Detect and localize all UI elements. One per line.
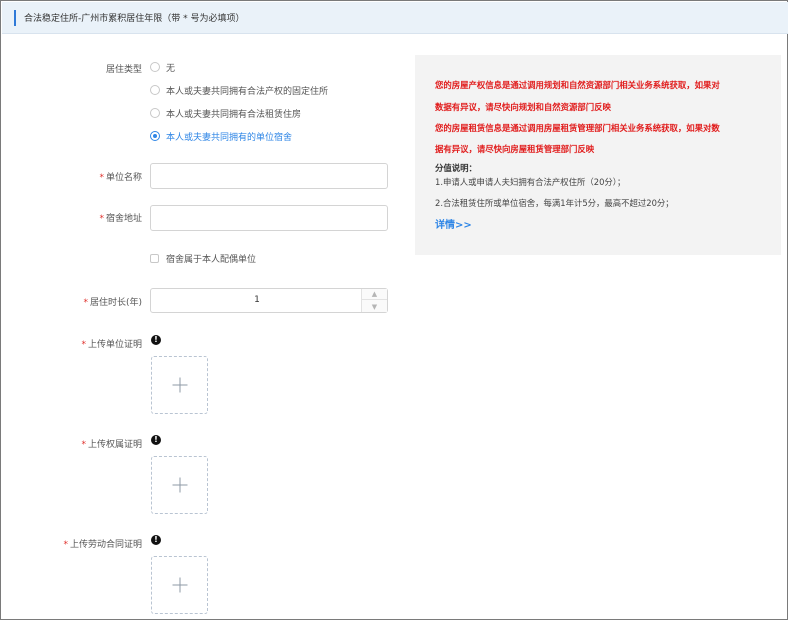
chevron-down-icon[interactable]: ▼ <box>362 301 387 312</box>
radio-option-unit-dormitory[interactable]: 本人或夫妻共同拥有的单位宿舍 <box>150 129 292 143</box>
upload-ownership-proof-label-text: 上传权属证明 <box>87 440 142 450</box>
form-window: 合法稳定住所-广州市累积居住年限（带 * 号为必填项） 居住类型 无 本人或夫妻… <box>0 0 788 620</box>
radio-button-selected[interactable] <box>150 131 160 141</box>
dorm-address-label: * 宿舍地址 <box>61 211 142 224</box>
required-mark: * <box>81 340 86 350</box>
upload-unit-proof-label: * 上传单位证明 <box>41 337 142 350</box>
required-mark: * <box>99 173 104 183</box>
notice-property-line-2: 数据有异议，请尽快向规划和自然资源部门反映 <box>435 102 611 112</box>
radio-label: 无 <box>166 63 176 74</box>
radio-option-rented-housing[interactable]: 本人或夫妻共同拥有合法租赁住房 <box>150 106 301 120</box>
unit-name-input[interactable] <box>150 163 388 189</box>
plus-icon <box>172 377 187 393</box>
stepper-buttons: ▲ ▼ <box>361 289 387 312</box>
spouse-unit-checkbox-label: 宿舍属于本人配偶单位 <box>166 255 257 265</box>
residence-duration-stepper[interactable]: 1 ▲ ▼ <box>150 288 388 313</box>
plus-icon <box>172 577 187 593</box>
detail-link[interactable]: 详情>> <box>435 216 472 231</box>
radio-button[interactable] <box>150 62 160 72</box>
residence-duration-label: * 居住时长(年) <box>61 295 142 308</box>
unit-name-label: * 单位名称 <box>61 170 142 183</box>
radio-label: 本人或夫妻共同拥有合法租赁住房 <box>166 109 302 120</box>
required-mark: * <box>83 298 88 308</box>
dorm-address-input[interactable] <box>150 205 388 231</box>
upload-labor-contract-label-text: 上传劳动合同证明 <box>69 540 142 550</box>
residence-type-label: 居住类型 <box>61 62 142 75</box>
radio-label: 本人或夫妻共同拥有合法产权的固定住所 <box>166 86 329 97</box>
notice-rental-line-2: 据有异议，请尽快向房屋租赁管理部门反映 <box>435 144 595 154</box>
section-header: 合法稳定住所-广州市累积居住年限（带 * 号为必填项） <box>2 2 788 34</box>
upload-labor-contract-label: * 上传劳动合同证明 <box>31 537 142 550</box>
score-title: 分值说明： <box>435 163 477 173</box>
score-rule-1: 1.申请人或申请人夫妇拥有合法产权住所（20分）； <box>435 177 626 187</box>
info-icon[interactable]: ! <box>151 535 161 545</box>
radio-label: 本人或夫妻共同拥有的单位宿舍 <box>166 132 293 143</box>
unit-name-label-text: 单位名称 <box>105 173 142 183</box>
info-icon[interactable]: ! <box>151 335 161 345</box>
upload-labor-contract-button[interactable] <box>151 556 208 614</box>
spouse-unit-checkbox-row[interactable]: 宿舍属于本人配偶单位 <box>150 252 256 265</box>
required-mark: * <box>63 540 68 550</box>
upload-unit-proof-button[interactable] <box>151 356 208 414</box>
radio-option-none[interactable]: 无 <box>150 60 175 74</box>
chevron-up-icon[interactable]: ▲ <box>362 289 387 300</box>
radio-button[interactable] <box>150 85 160 95</box>
notice-panel: 您的房屋产权信息是通过调用规划和自然资源部门相关业务系统获取，如果对 数据有异议… <box>415 55 781 255</box>
upload-ownership-proof-label: * 上传权属证明 <box>41 437 142 450</box>
upload-ownership-proof-button[interactable] <box>151 456 208 514</box>
required-mark: * <box>99 214 104 224</box>
residence-type-label-text: 居住类型 <box>105 65 142 75</box>
spouse-unit-checkbox[interactable] <box>150 254 159 263</box>
residence-duration-label-text: 居住时长(年) <box>89 298 142 308</box>
notice-property-line-1: 您的房屋产权信息是通过调用规划和自然资源部门相关业务系统获取，如果对 <box>435 80 720 90</box>
stepper-value[interactable]: 1 <box>151 289 363 312</box>
score-rule-2: 2.合法租赁住所或单位宿舍，每满1年计5分，最高不超过20分； <box>435 198 674 208</box>
info-icon[interactable]: ! <box>151 435 161 445</box>
dorm-address-label-text: 宿舍地址 <box>105 214 142 224</box>
notice-rental-line-1: 您的房屋租赁信息是通过调用房屋租赁管理部门相关业务系统获取，如果对数 <box>435 123 720 133</box>
radio-button[interactable] <box>150 108 160 118</box>
section-title: 合法稳定住所-广州市累积居住年限（带 * 号为必填项） <box>24 14 245 24</box>
upload-unit-proof-label-text: 上传单位证明 <box>87 340 142 350</box>
header-accent-bar <box>14 10 16 26</box>
radio-option-owned-property[interactable]: 本人或夫妻共同拥有合法产权的固定住所 <box>150 83 328 97</box>
required-mark: * <box>81 440 86 450</box>
plus-icon <box>172 477 187 493</box>
